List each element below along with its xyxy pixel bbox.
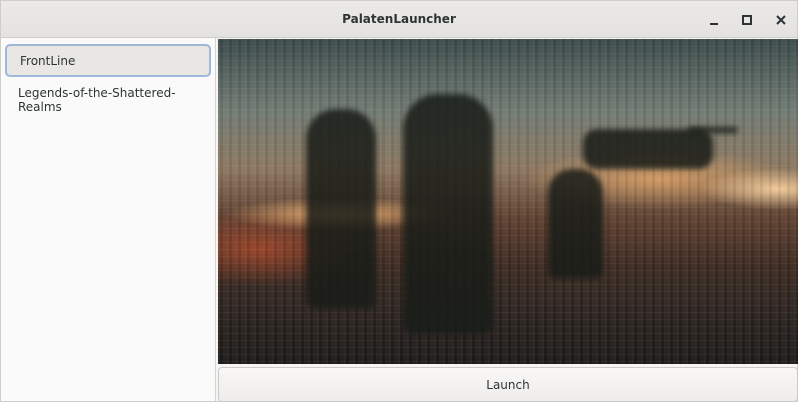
preview-tank-silhouette bbox=[583, 129, 713, 169]
preview-soldier-silhouette bbox=[306, 109, 376, 309]
game-preview-image bbox=[218, 39, 798, 364]
list-item-legends-of-the-shattered-realms[interactable]: Legends-of-the-Shattered-Realms bbox=[5, 83, 211, 116]
game-list: FrontLine Legends-of-the-Shattered-Realm… bbox=[1, 38, 216, 401]
close-button[interactable] bbox=[770, 9, 792, 31]
minimize-button[interactable] bbox=[703, 9, 725, 31]
preview-soldier-silhouette bbox=[403, 94, 493, 334]
launcher-window: PalatenLauncher FrontLine Legends-of-the… bbox=[0, 0, 798, 402]
window-title: PalatenLauncher bbox=[342, 12, 456, 26]
title-bar[interactable]: PalatenLauncher bbox=[1, 1, 797, 38]
close-icon bbox=[776, 15, 786, 25]
preview-tank-barrel bbox=[688, 127, 738, 133]
launch-button[interactable]: Launch bbox=[218, 367, 798, 402]
maximize-button[interactable] bbox=[736, 9, 758, 31]
preview-light-streaks bbox=[218, 39, 798, 364]
minimize-icon bbox=[710, 23, 718, 25]
launch-button-label: Launch bbox=[486, 377, 530, 392]
maximize-icon bbox=[742, 15, 752, 25]
list-item-label: Legends-of-the-Shattered-Realms bbox=[18, 85, 176, 114]
list-item-frontline[interactable]: FrontLine bbox=[5, 44, 211, 77]
preview-soldier-silhouette bbox=[548, 169, 603, 279]
list-item-label: FrontLine bbox=[20, 53, 76, 68]
